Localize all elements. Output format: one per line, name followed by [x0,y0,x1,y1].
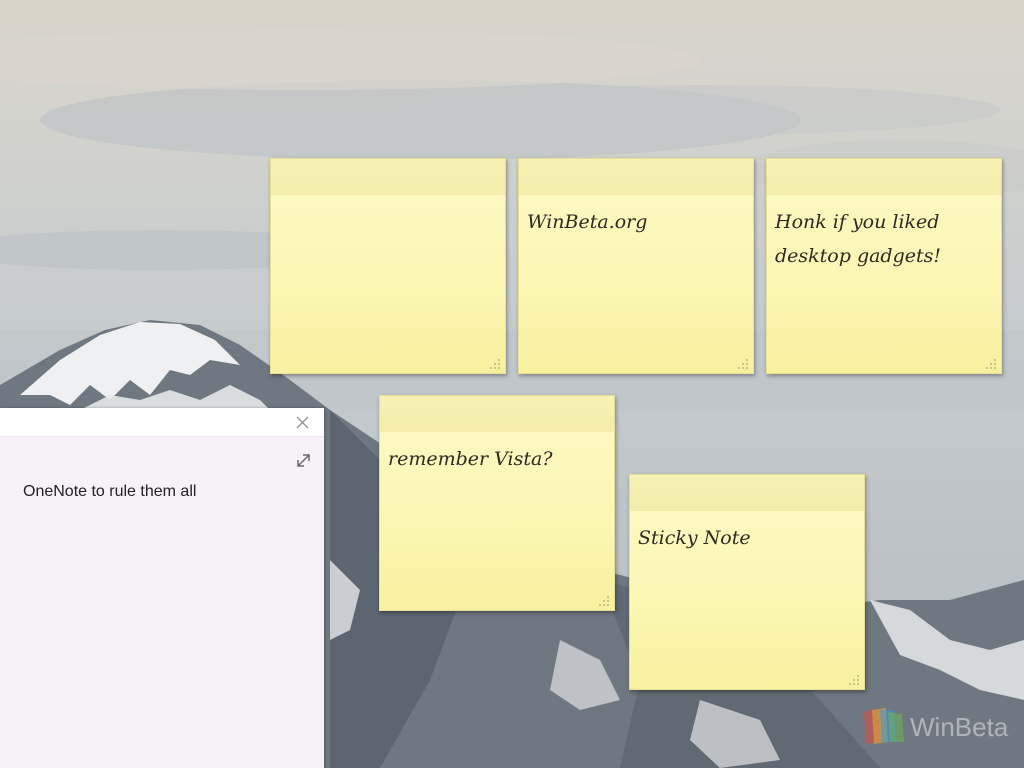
sticky-note-text[interactable]: WinBeta.org [527,205,743,239]
winbeta-watermark: WinBeta [858,702,1008,750]
sticky-note-line: Honk if you liked [775,211,940,233]
onenote-panel[interactable]: OneNote to rule them all [0,408,324,768]
onenote-note-text[interactable]: OneNote to rule them all [23,483,196,501]
sticky-note-3[interactable]: Honk if you liked desktop gadgets! [766,158,1002,374]
sticky-note-titlebar[interactable] [630,475,864,511]
sticky-note-2[interactable]: WinBeta.org [518,158,754,374]
sticky-note-titlebar[interactable] [519,159,753,195]
onenote-titlebar[interactable] [0,408,324,437]
sticky-note-text[interactable]: Honk if you liked desktop gadgets! [775,205,991,273]
sticky-note-text[interactable]: Sticky Note [638,521,854,555]
resize-grip-icon[interactable] [986,359,997,370]
sticky-note-titlebar[interactable] [271,159,505,195]
sticky-note-line: remember Vista? [388,448,553,470]
sticky-note-line: WinBeta.org [527,211,648,233]
sticky-note-titlebar[interactable] [380,396,614,432]
watermark-text: WinBeta [910,712,1009,742]
sticky-note-line: Sticky Note [638,527,751,549]
sticky-note-4[interactable]: remember Vista? [379,395,615,611]
expand-icon[interactable] [295,452,312,469]
winbeta-logo-icon [864,708,904,744]
resize-grip-icon[interactable] [490,359,501,370]
sticky-note-text[interactable]: remember Vista? [388,442,604,476]
resize-grip-icon[interactable] [599,596,610,607]
desktop-wallpaper: WinBeta.org Honk if you liked desktop ga… [0,0,1024,768]
sticky-note-5[interactable]: Sticky Note [629,474,865,690]
resize-grip-icon[interactable] [738,359,749,370]
sticky-note-1[interactable] [270,158,506,374]
sticky-note-titlebar[interactable] [767,159,1001,195]
resize-grip-icon[interactable] [849,675,860,686]
close-icon[interactable] [294,414,311,431]
sticky-note-line: desktop gadgets! [775,245,942,267]
